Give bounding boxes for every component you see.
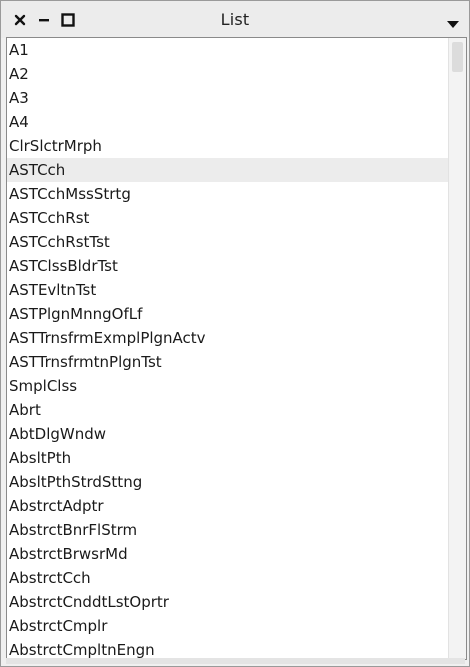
- list-item[interactable]: A3: [7, 86, 448, 110]
- list-item[interactable]: AbstrctCmplr: [7, 614, 448, 638]
- list-item[interactable]: ASTPlgnMnngOfLf: [7, 302, 448, 326]
- list-item[interactable]: AbsltPthStrdSttng: [7, 470, 448, 494]
- list-item[interactable]: ASTTrnsfrmExmplPlgnActv: [7, 326, 448, 350]
- menu-triangle-icon: [447, 21, 459, 28]
- list-item[interactable]: AbstrctBnrFlStrm: [7, 518, 448, 542]
- list-item[interactable]: AbtDlgWndw: [7, 422, 448, 446]
- list-item[interactable]: Abrt: [7, 398, 448, 422]
- window-title: List: [220, 10, 250, 29]
- vertical-scrollbar[interactable]: [448, 38, 466, 659]
- list-item[interactable]: ASTTrnsfrmtnPlgnTst: [7, 350, 448, 374]
- list-item[interactable]: ASTCchRst: [7, 206, 448, 230]
- list-item[interactable]: ClrSlctrMrph: [7, 134, 448, 158]
- list-item[interactable]: AbsltPth: [7, 446, 448, 470]
- list-item[interactable]: ASTEvltnTst: [7, 278, 448, 302]
- list-item[interactable]: ASTClssBldrTst: [7, 254, 448, 278]
- list-item[interactable]: A1: [7, 38, 448, 62]
- list-item[interactable]: AbstrctCmpltnEngn: [7, 638, 448, 659]
- window-menu-button[interactable]: [446, 15, 460, 28]
- list-item[interactable]: AbstrctCnddtLstOprtr: [7, 590, 448, 614]
- list-item[interactable]: A2: [7, 62, 448, 86]
- scrollbar-thumb[interactable]: [452, 42, 463, 72]
- item-list[interactable]: A1 A2 A3 A4 ClrSlctrMrph ASTCch ASTCchMssStrtg…: [7, 38, 448, 659]
- list-item[interactable]: A4: [7, 110, 448, 134]
- list-item[interactable]: ASTCchMssStrtg: [7, 182, 448, 206]
- list-panel[interactable]: A1 A2 A3 A4 ClrSlctrMrph ASTCch ASTCchMssStrtg…: [6, 37, 467, 660]
- list-item[interactable]: AbstrctCch: [7, 566, 448, 590]
- list-item[interactable]: SmplClss: [7, 374, 448, 398]
- horizontal-scrollbar[interactable]: [6, 658, 465, 664]
- list-window: List A1 A2 A3 A4 ClrSlctrMrph ASTCch ASTCchMss…: [0, 0, 470, 667]
- title-bar[interactable]: List: [1, 1, 469, 38]
- list-item[interactable]: AbstrctAdptr: [7, 494, 448, 518]
- list-item[interactable]: AbstrctBrwsrMd: [7, 542, 448, 566]
- list-item[interactable]: ASTCchRstTst: [7, 230, 448, 254]
- list-item[interactable]: ASTCch: [7, 158, 448, 182]
